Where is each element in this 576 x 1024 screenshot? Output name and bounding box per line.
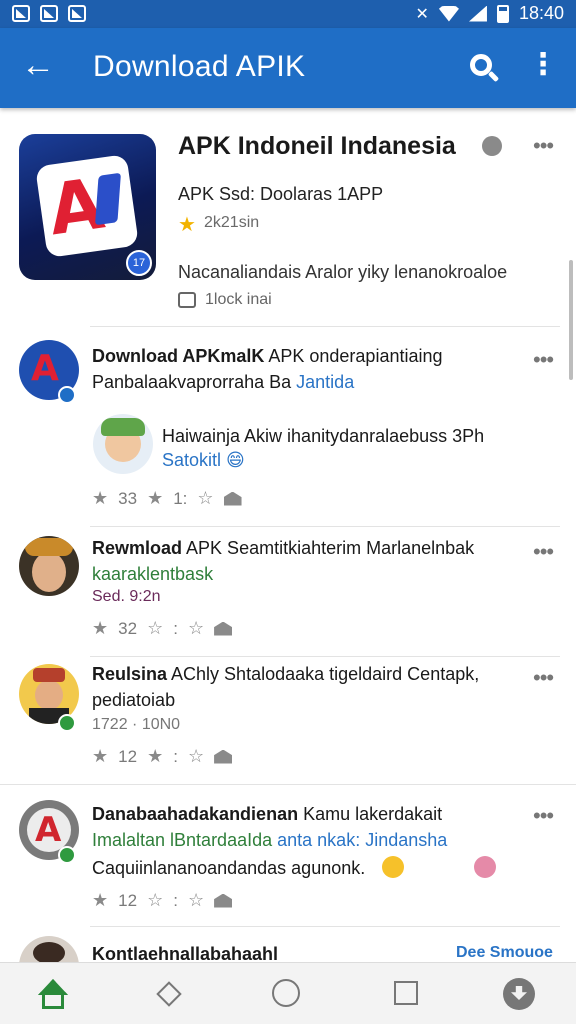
app-logo[interactable]: A 17 <box>19 134 156 280</box>
divider <box>90 526 560 527</box>
scrollbar[interactable] <box>569 260 573 380</box>
diamond-icon[interactable] <box>152 977 186 1011</box>
post-title[interactable]: Reulsina AChly Shtalodaaka tigeldaird Ce… <box>92 664 479 685</box>
wifi-icon <box>438 5 459 22</box>
star-icon[interactable]: ★ <box>92 488 108 509</box>
post-title[interactable]: Download APKmalK APK onderapiantiaing <box>92 346 443 367</box>
divider <box>90 926 560 927</box>
app-description: Nacanaliandais Aralor yiky lenanokroaloe <box>178 262 508 282</box>
star-icon[interactable]: ★ <box>147 488 163 509</box>
download-icon[interactable] <box>502 977 536 1011</box>
divider <box>90 656 560 657</box>
verified-icon <box>482 136 502 156</box>
star-outline-icon[interactable]: ☆ <box>197 488 213 509</box>
package-icon <box>178 292 196 308</box>
see-more-link[interactable]: Dee Smouoe <box>456 944 553 962</box>
post-time: 1722 · 10N0 <box>92 716 181 733</box>
post-meta: ★ 32 ☆: ☆ <box>92 618 233 639</box>
star-icon[interactable]: ★ <box>147 746 163 767</box>
notification-image-icon <box>12 5 30 22</box>
star-icon[interactable]: ★ <box>92 618 108 639</box>
more-options-icon[interactable]: ••• <box>533 349 554 371</box>
post-text: Imalaltan lBntardaaIda anta nkak: Jindan… <box>92 830 448 850</box>
post-title[interactable]: Rewmload APK Seamtitkiahterim Marlanelnb… <box>92 538 474 559</box>
home-icon[interactable] <box>36 977 70 1011</box>
comment-text: Haiwainja Akiw ihanitydanralaebuss 3Ph <box>162 426 485 446</box>
square-icon[interactable] <box>390 977 424 1011</box>
post-text: Caquiinlananoandandas agunonk. <box>92 858 366 878</box>
star-icon[interactable]: ★ <box>92 746 108 767</box>
signal-icon <box>468 5 487 22</box>
star-outline-icon[interactable]: ☆ <box>188 890 204 911</box>
overflow-menu-icon[interactable]: ⋮ <box>528 50 558 82</box>
star-outline-icon[interactable]: ☆ <box>188 618 204 639</box>
comment-avatar[interactable] <box>93 414 153 474</box>
star-icon: ★ <box>178 214 196 236</box>
more-options-icon[interactable]: ••• <box>533 805 554 827</box>
notification-app-icon <box>40 5 58 22</box>
app-badge-icon: 17 <box>126 250 152 276</box>
more-options-icon[interactable]: ••• <box>533 541 554 563</box>
post-title[interactable]: Danabaahadakandienan Kamu lakerdakait <box>92 804 442 825</box>
verified-badge-icon <box>58 846 76 864</box>
package-info: 1lock inai <box>205 291 272 308</box>
more-options-icon[interactable]: ••• <box>533 135 554 157</box>
app-name[interactable]: APK Indoneil Indanesia <box>178 132 456 161</box>
share-icon[interactable] <box>223 491 242 506</box>
status-time: 18:40 <box>518 3 564 23</box>
divider <box>0 784 576 785</box>
comment-link[interactable]: Satokitl 😄 <box>162 450 245 471</box>
star-outline-icon[interactable]: ☆ <box>147 890 163 911</box>
notification-edit-icon <box>68 5 86 22</box>
feed[interactable]: A 17 APK Indoneil Indanesia ••• APK Ssd:… <box>0 108 576 962</box>
share-icon[interactable] <box>214 749 233 764</box>
post-text: pediatoiab <box>92 690 176 710</box>
post-meta: ★ 33 ★ 1: ☆ <box>92 488 242 509</box>
post-text: kaaraklentbask <box>92 564 214 584</box>
avatar[interactable] <box>19 536 79 596</box>
share-icon[interactable] <box>214 621 233 636</box>
share-icon[interactable] <box>214 893 233 908</box>
post-title[interactable]: Kontlaehnallabahaahl <box>92 944 278 962</box>
post-meta: ★ 12 ★: ☆ <box>92 746 233 767</box>
post-meta: ★ 12 ☆: ☆ <box>92 890 233 911</box>
avatar[interactable] <box>19 936 79 962</box>
status-bar: ✕ 18:40 <box>0 0 576 28</box>
app-subtitle: APK Ssd: Doolaras 1APP <box>178 184 384 204</box>
verified-badge-icon <box>58 386 76 404</box>
app-bar: ← Download APIK ⋮ <box>0 28 576 108</box>
rating-count: 2k21sin <box>204 214 260 231</box>
verified-badge-icon <box>58 714 76 732</box>
mute-icon: ✕ <box>415 5 429 23</box>
page-title: Download APIK <box>93 50 306 83</box>
bottom-navigation <box>0 962 576 1024</box>
more-options-icon[interactable]: ••• <box>533 667 554 689</box>
search-icon[interactable] <box>466 50 500 84</box>
star-outline-icon[interactable]: ☆ <box>188 746 204 767</box>
back-arrow-icon[interactable]: ← <box>18 46 58 86</box>
post-time: Sed. 9:2n <box>92 588 161 605</box>
battery-icon <box>496 4 509 23</box>
divider <box>90 326 560 327</box>
star-outline-icon[interactable]: ☆ <box>147 618 163 639</box>
emoji-icon <box>382 856 404 878</box>
emoji-icon <box>474 856 496 878</box>
circle-icon[interactable] <box>270 977 304 1011</box>
star-icon[interactable]: ★ <box>92 890 108 911</box>
post-text: Panbalaakvaprorraha Ba Jantida <box>92 372 355 392</box>
